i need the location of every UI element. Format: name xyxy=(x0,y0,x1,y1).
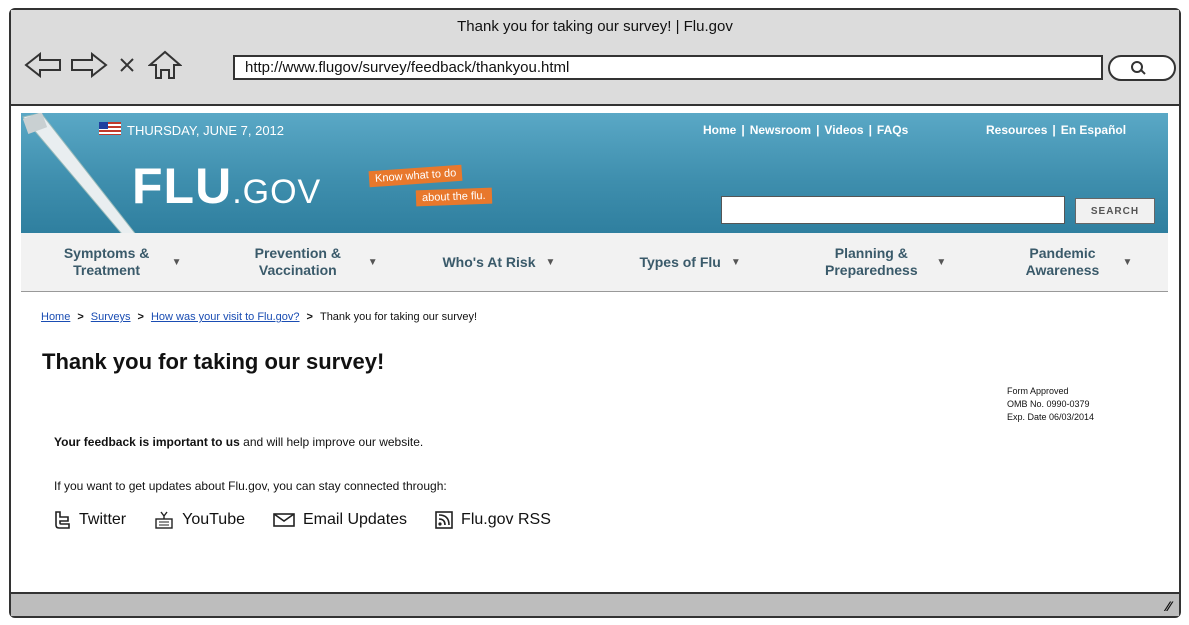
youtube-icon xyxy=(155,511,173,529)
site-search-button[interactable]: SEARCH xyxy=(1075,198,1155,224)
top-link-faqs[interactable]: FAQs xyxy=(877,123,908,137)
breadcrumb-home[interactable]: Home xyxy=(41,311,70,323)
twitter-label: Twitter xyxy=(79,511,127,528)
window-title: Thank you for taking our survey! | Flu.g… xyxy=(457,18,733,35)
nav-symptoms-treatment[interactable]: Symptoms & Treatment ▼ xyxy=(21,233,212,291)
social-links: Twitter YouTube Email Updates Flu.gov RS… xyxy=(53,510,551,530)
site-header: THURSDAY, JUNE 7, 2012 Home | Newsroom | Vid… xyxy=(21,113,1168,260)
youtube-link[interactable]: YouTube xyxy=(154,510,245,530)
forward-button[interactable] xyxy=(69,48,109,82)
top-link-newsroom[interactable]: Newsroom xyxy=(750,123,811,137)
rss-label: Flu.gov RSS xyxy=(461,511,551,528)
youtube-label: YouTube xyxy=(182,511,245,528)
nav-label: Who's At Risk xyxy=(442,253,536,270)
nav-label: Types of Flu xyxy=(639,253,721,270)
breadcrumb: Home > Surveys > How was your visit to Flu.g… xyxy=(41,311,478,323)
nav-pandemic-awareness[interactable]: Pandemic Awareness ▼ xyxy=(977,233,1168,291)
feedback-bold: Your feedback is important to us xyxy=(54,435,240,449)
rss-link[interactable]: Flu.gov RSS xyxy=(435,510,551,530)
forward-arrow-icon xyxy=(71,52,108,78)
omb-line: OMB No. 0990-0379 xyxy=(1007,399,1090,409)
search-icon xyxy=(1131,61,1146,75)
main-navigation: Symptoms & Treatment ▼ Prevention & Vacci… xyxy=(21,233,1168,292)
nav-label: Symptoms & Treatment xyxy=(63,245,150,278)
chevron-down-icon: ▼ xyxy=(367,256,378,268)
current-date: THURSDAY, JUNE 7, 2012 xyxy=(127,123,285,138)
close-icon xyxy=(120,58,134,72)
updates-message: If you want to get updates about Flu.gov… xyxy=(54,479,447,493)
tagline-line-1: Know what to do xyxy=(368,164,463,188)
top-link-videos[interactable]: Videos xyxy=(824,123,863,137)
back-arrow-icon xyxy=(24,52,61,78)
home-button[interactable] xyxy=(145,48,185,82)
nav-planning-preparedness[interactable]: Planning & Preparedness ▼ xyxy=(786,233,977,291)
chevron-down-icon: ▼ xyxy=(171,256,182,268)
stop-button[interactable] xyxy=(115,48,139,82)
rss-icon xyxy=(435,511,453,529)
top-link-home[interactable]: Home xyxy=(703,123,736,137)
nav-types-of-flu[interactable]: Types of Flu ▼ xyxy=(595,233,786,291)
nav-prevention-vaccination[interactable]: Prevention & Vaccination ▼ xyxy=(212,233,403,291)
page-viewport: THURSDAY, JUNE 7, 2012 Home | Newsroom | Vid… xyxy=(21,113,1168,565)
nav-whos-at-risk[interactable]: Who's At Risk ▼ xyxy=(403,233,594,291)
back-button[interactable] xyxy=(23,48,63,82)
resource-links: Resources | En Español xyxy=(986,123,1127,137)
browser-titlebar: Thank you for taking our survey! | Flu.g… xyxy=(11,10,1179,106)
site-search-input[interactable] xyxy=(721,196,1065,224)
nav-label: Prevention & Vaccination xyxy=(254,245,341,278)
chevron-down-icon: ▼ xyxy=(1122,256,1133,268)
browser-statusbar: ⁄⁄ xyxy=(11,592,1179,616)
logo-main: FLU xyxy=(132,158,233,214)
us-flag-icon xyxy=(99,122,121,135)
twitter-icon xyxy=(55,511,70,529)
omb-notice: Form Approved OMB No. 0990-0379 Exp. Dat… xyxy=(1007,385,1094,424)
site-logo[interactable]: FLU.GOV xyxy=(132,157,321,215)
feedback-rest: and will help improve our website. xyxy=(239,435,424,449)
omb-line: Exp. Date 06/03/2014 xyxy=(1007,412,1095,422)
email-updates-label: Email Updates xyxy=(303,511,408,528)
nav-label: Pandemic Awareness xyxy=(1025,245,1100,278)
email-icon xyxy=(273,513,295,527)
twitter-link[interactable]: Twitter xyxy=(53,510,126,530)
nav-label: Planning & Preparedness xyxy=(825,245,918,278)
browser-search-button[interactable] xyxy=(1108,55,1176,81)
feedback-message: Your feedback is important to us and wil… xyxy=(54,435,423,449)
page-title: Thank you for taking our survey! xyxy=(42,349,385,374)
chevron-down-icon: ▼ xyxy=(545,256,556,268)
top-link-espanol[interactable]: En Español xyxy=(1061,123,1126,137)
utility-links: Home | Newsroom | Videos | FAQs xyxy=(703,123,909,137)
breadcrumb-survey[interactable]: How was your visit to Flu.gov? xyxy=(151,311,300,323)
chevron-down-icon: ▼ xyxy=(730,256,741,268)
tagline-line-2: about the flu. xyxy=(415,187,492,207)
omb-line: Form Approved xyxy=(1007,386,1069,396)
breadcrumb-current: Thank you for taking our survey! xyxy=(319,311,478,323)
logo-suffix: .GOV xyxy=(232,173,322,211)
resize-grip-icon[interactable]: ⁄⁄ xyxy=(1166,598,1171,614)
top-link-resources[interactable]: Resources xyxy=(986,123,1047,137)
home-icon xyxy=(148,50,182,79)
breadcrumb-surveys[interactable]: Surveys xyxy=(91,311,131,323)
address-bar[interactable]: http://www.flugov/survey/feedback/thanky… xyxy=(233,55,1103,80)
chevron-down-icon: ▼ xyxy=(936,256,947,268)
email-updates-link[interactable]: Email Updates xyxy=(273,510,407,530)
